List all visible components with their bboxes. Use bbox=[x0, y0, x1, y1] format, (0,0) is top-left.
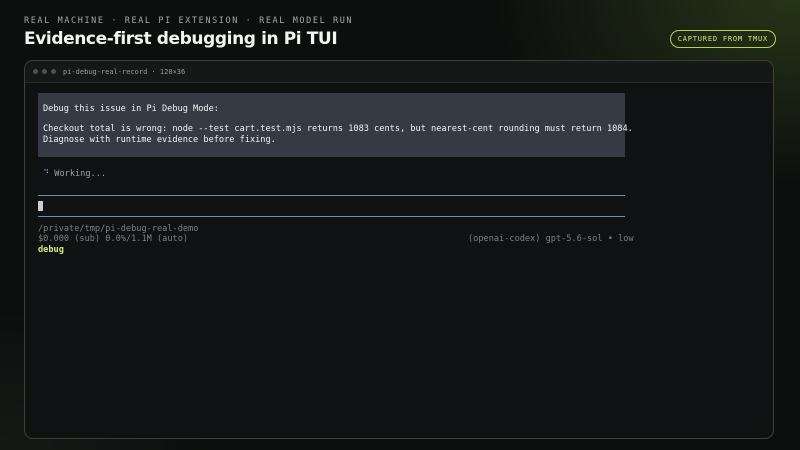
input-top-rule bbox=[38, 195, 625, 196]
user-prompt-block: Debug this issue in Pi Debug Mode: Check… bbox=[38, 93, 633, 157]
working-status: ⠙ Working... bbox=[43, 169, 106, 180]
page-kicker: REAL MACHINE · REAL PI EXTENSION · REAL … bbox=[24, 16, 354, 26]
prompt-line: Diagnose with runtime evidence before fi… bbox=[43, 135, 276, 145]
terminal-screen[interactable]: Debug this issue in Pi Debug Mode: Check… bbox=[38, 93, 761, 430]
window-minimize-dot[interactable] bbox=[42, 69, 47, 74]
input-bottom-rule bbox=[38, 216, 625, 217]
prompt-line: Checkout total is wrong: node --test car… bbox=[43, 124, 633, 134]
window-title: pi-debug-real-record · 120×36 bbox=[63, 67, 186, 76]
window-titlebar: pi-debug-real-record · 120×36 bbox=[25, 61, 773, 83]
prompt-line: Debug this issue in Pi Debug Mode: bbox=[43, 104, 219, 114]
text-cursor bbox=[38, 201, 43, 211]
working-status-text: Working... bbox=[54, 169, 107, 179]
mode-indicator: debug bbox=[38, 245, 64, 255]
terminal-window: pi-debug-real-record · 120×36 Debug this… bbox=[24, 60, 774, 439]
model-indicator: (openai-codex) gpt-5.6-sol • low bbox=[468, 234, 634, 244]
spinner-icon: ⠙ bbox=[43, 169, 50, 179]
window-close-dot[interactable] bbox=[33, 69, 38, 74]
page-title: Evidence-first debugging in Pi TUI bbox=[24, 29, 338, 49]
usage-stats: $0.000 (sub) 0.0%/1.1M (auto) bbox=[38, 234, 189, 244]
prompt-input[interactable] bbox=[46, 200, 621, 212]
prompt-gap bbox=[43, 115, 625, 124]
window-zoom-dot[interactable] bbox=[51, 69, 56, 74]
captured-badge: CAPTURED FROM TMUX bbox=[669, 30, 776, 48]
